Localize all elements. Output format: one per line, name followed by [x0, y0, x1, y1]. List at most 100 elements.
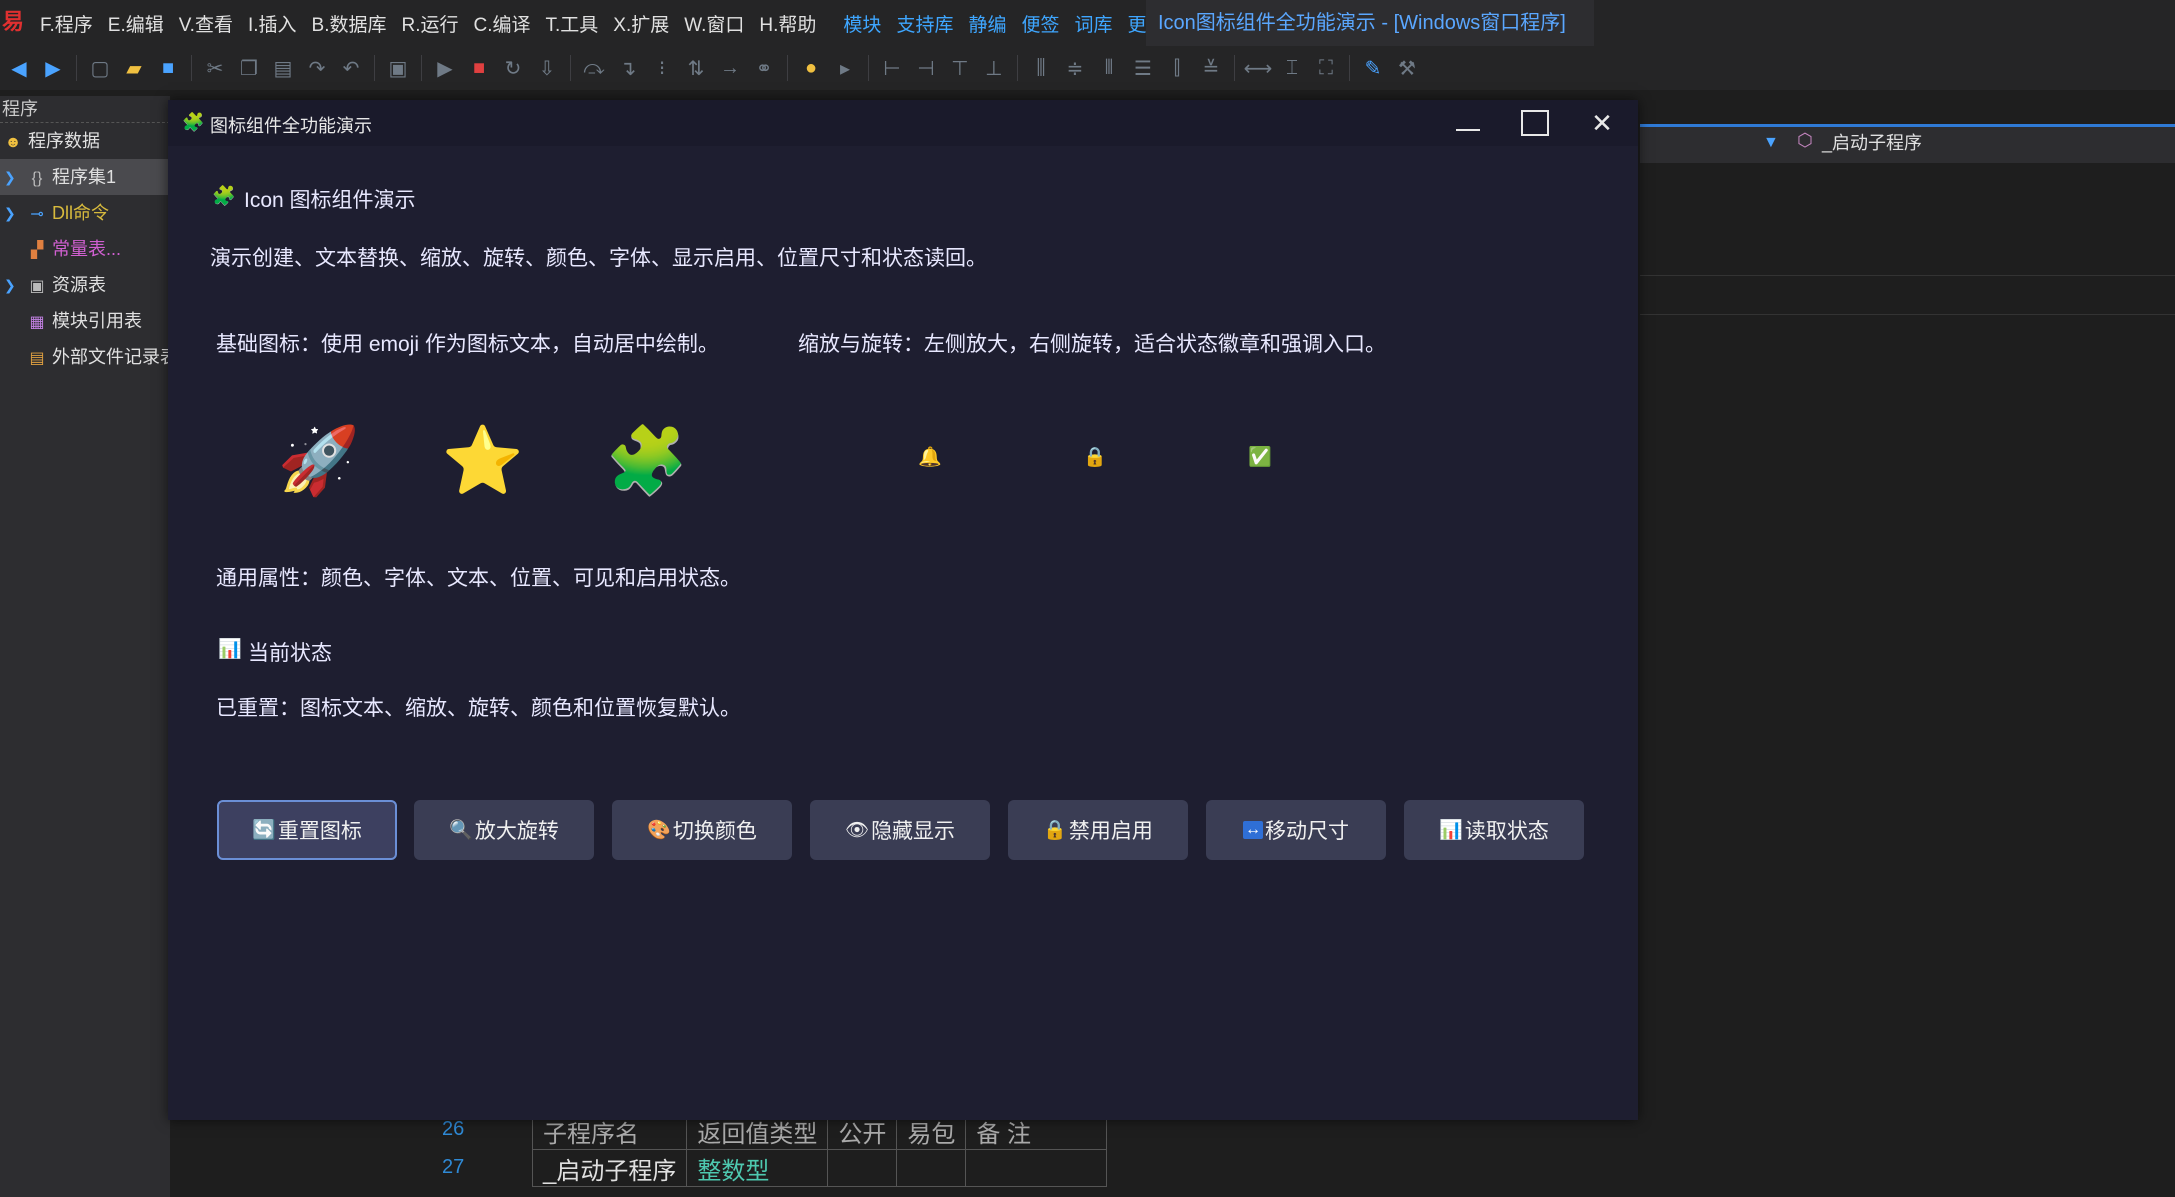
- link-dictionary[interactable]: 词库: [1074, 10, 1112, 37]
- hide-show-button[interactable]: 👁 隐藏显示: [810, 800, 990, 860]
- build-icon[interactable]: ⇩: [530, 51, 564, 85]
- tree-item-resources[interactable]: ❯ ▣ 资源表: [0, 267, 170, 303]
- tree-item-label: 资源表: [52, 275, 106, 295]
- link-static-compile[interactable]: 静编: [968, 10, 1006, 37]
- smiley-icon: ☻: [4, 134, 22, 151]
- chevron-right-icon[interactable]: ❯: [4, 159, 16, 195]
- button-label: 重置图标: [277, 820, 362, 843]
- menu-extend[interactable]: X.扩展: [613, 10, 669, 37]
- save-icon[interactable]: ■: [151, 51, 185, 85]
- menu-insert[interactable]: I.插入: [248, 10, 297, 37]
- ide-title-tab[interactable]: Icon图标组件全功能演示 - [Windows窗口程序]: [1146, 0, 1594, 46]
- chevron-right-icon[interactable]: ❯: [4, 195, 16, 231]
- forward-icon[interactable]: ▶: [36, 51, 70, 85]
- restart-icon[interactable]: ↻: [496, 51, 530, 85]
- puzzle-icon[interactable]: 🧩: [602, 420, 692, 500]
- link-icon[interactable]: ⚭: [747, 51, 781, 85]
- close-button[interactable]: ✕: [1572, 100, 1632, 146]
- align-left-icon[interactable]: ⊢: [875, 51, 909, 85]
- line-number: 27: [442, 1156, 465, 1178]
- tree-item-external-files[interactable]: ▤ 外部文件记录表: [0, 339, 170, 375]
- link-notes[interactable]: 便签: [1021, 10, 1059, 37]
- menu-compile[interactable]: C.编译: [473, 10, 530, 37]
- align-bottom-icon[interactable]: ⊥: [977, 51, 1011, 85]
- status-text: 已重置：图标文本、缩放、旋转、颜色和位置恢复默认。: [216, 697, 741, 720]
- tree-item-constants[interactable]: ▞ 常量表...: [0, 231, 170, 267]
- table-row[interactable]: _启动子程序 整数型: [531, 1149, 1108, 1187]
- menu-help[interactable]: H.帮助: [759, 10, 816, 37]
- move-resize-button[interactable]: ↔ 移动尺寸: [1206, 800, 1386, 860]
- run-to-icon[interactable]: →: [713, 51, 747, 85]
- disable-enable-button[interactable]: 🔒 禁用启用: [1008, 800, 1188, 860]
- menu-tools[interactable]: T.工具: [546, 10, 599, 37]
- space-h-icon[interactable]: ⫿: [1160, 51, 1194, 85]
- same-size-icon[interactable]: ⛶: [1309, 51, 1343, 85]
- table-cell[interactable]: [965, 1149, 1108, 1187]
- paste-icon[interactable]: ▤: [266, 51, 300, 85]
- tree-item-program-data[interactable]: ☻ 程序数据: [0, 123, 170, 159]
- step-into-icon[interactable]: ↴: [611, 51, 645, 85]
- paint-brush-icon[interactable]: ✎: [1356, 51, 1390, 85]
- tree-item-assembly1[interactable]: ❯ {} 程序集1: [0, 159, 170, 195]
- description-text: 演示创建、文本替换、缩放、旋转、颜色、字体、显示启用、位置尺寸和状态读回。: [210, 247, 987, 270]
- align-hcenter-icon[interactable]: ⫼: [1024, 51, 1058, 85]
- back-icon[interactable]: ◀: [2, 51, 36, 85]
- tree-item-module-refs[interactable]: ▦ 模块引用表: [0, 303, 170, 339]
- chevron-right-icon[interactable]: ❯: [4, 267, 16, 303]
- toolbar-separator: [868, 55, 869, 81]
- lock-icon[interactable]: 🔒: [1083, 446, 1107, 470]
- window-titlebar[interactable]: 🧩 图标组件全功能演示 ✕: [168, 100, 1638, 146]
- maximize-button[interactable]: [1505, 100, 1565, 146]
- undo-icon[interactable]: ↶: [334, 51, 368, 85]
- sub-program-selector[interactable]: _启动子程序: [1822, 129, 1922, 155]
- minimize-button[interactable]: [1438, 100, 1498, 146]
- redo-icon[interactable]: ↷: [300, 51, 334, 85]
- table-cell[interactable]: 整数型: [686, 1149, 829, 1187]
- dropdown-arrow-icon[interactable]: ▼: [1763, 134, 1779, 152]
- distribute-h-icon[interactable]: ⫴: [1092, 51, 1126, 85]
- zoom-rotate-button[interactable]: 🔍 放大旋转: [414, 800, 594, 860]
- align-right-icon[interactable]: ⊣: [909, 51, 943, 85]
- menu-database[interactable]: B.数据库: [312, 10, 387, 37]
- step-dots-icon[interactable]: ⁝: [645, 51, 679, 85]
- copy-icon[interactable]: ❐: [232, 51, 266, 85]
- menu-run[interactable]: R.运行: [401, 10, 458, 37]
- open-folder-icon[interactable]: ▰: [117, 51, 151, 85]
- table-cell[interactable]: _启动子程序: [531, 1149, 688, 1187]
- tree-item-dll-commands[interactable]: ❯ ⊸ Dll命令: [0, 195, 170, 231]
- new-file-icon[interactable]: ▢: [83, 51, 117, 85]
- same-width-icon[interactable]: ⟷: [1241, 51, 1275, 85]
- read-status-button[interactable]: 📊 读取状态: [1404, 800, 1584, 860]
- align-top-icon[interactable]: ⊤: [943, 51, 977, 85]
- space-v-icon[interactable]: ≚: [1194, 51, 1228, 85]
- step-out-icon[interactable]: ⇅: [679, 51, 713, 85]
- distribute-v-icon[interactable]: ☰: [1126, 51, 1160, 85]
- table-cell[interactable]: [896, 1149, 967, 1187]
- same-height-icon[interactable]: ⌶: [1275, 51, 1309, 85]
- menu-edit[interactable]: E.编辑: [108, 10, 164, 37]
- menu-window[interactable]: W.窗口: [684, 10, 744, 37]
- reset-icon-button[interactable]: 🔄 重置图标: [217, 800, 397, 860]
- toggle-color-button[interactable]: 🎨 切换颜色: [612, 800, 792, 860]
- menu-view[interactable]: V.查看: [179, 10, 233, 37]
- toolbar-separator: [1017, 55, 1018, 81]
- menu-program[interactable]: F.程序: [40, 10, 93, 37]
- check-icon[interactable]: ✅: [1248, 446, 1272, 470]
- module-icon: ▦: [29, 314, 45, 331]
- link-support-lib[interactable]: 支持库: [896, 10, 953, 37]
- align-vcenter-icon[interactable]: ≑: [1058, 51, 1092, 85]
- settings-tools-icon[interactable]: ⚒: [1390, 51, 1424, 85]
- find-folder-icon[interactable]: ▣: [381, 51, 415, 85]
- rocket-icon[interactable]: 🚀: [274, 420, 364, 500]
- run-icon[interactable]: ▶: [428, 51, 462, 85]
- cut-icon[interactable]: ✂: [198, 51, 232, 85]
- cursor-icon[interactable]: ▸: [828, 51, 862, 85]
- hint-bulb-icon[interactable]: ●: [794, 51, 828, 85]
- link-module[interactable]: 模块: [843, 10, 881, 37]
- star-icon[interactable]: ⭐: [438, 420, 528, 500]
- table-cell[interactable]: [827, 1149, 898, 1187]
- bell-icon[interactable]: 🔔: [918, 446, 942, 470]
- stop-icon[interactable]: ■: [462, 51, 496, 85]
- cube-icon: ⬡: [1797, 130, 1813, 150]
- step-over-icon[interactable]: ⤼: [577, 51, 611, 85]
